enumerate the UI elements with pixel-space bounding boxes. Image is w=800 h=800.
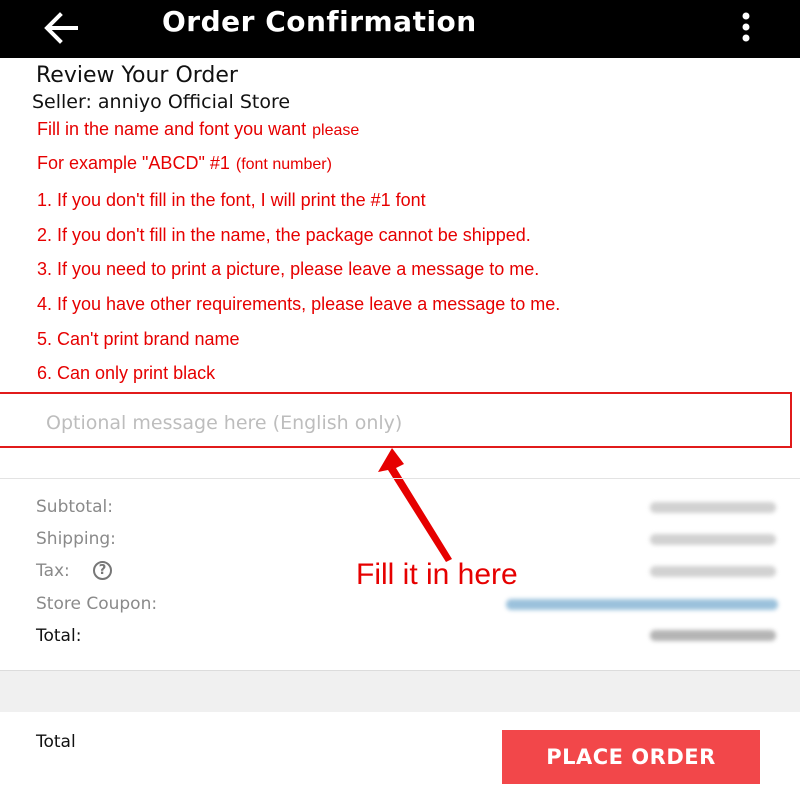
seller-note-line: 4. If you have other requirements, pleas… — [37, 294, 561, 314]
section-spacer — [0, 670, 800, 712]
store-coupon-value-redacted[interactable] — [506, 599, 778, 610]
order-message-input[interactable] — [44, 408, 748, 438]
total-label: Total: — [36, 626, 82, 646]
seller-note-line: For example "ABCD" #1 (font number) — [37, 153, 332, 173]
tax-value-redacted — [650, 566, 776, 577]
more-vertical-icon — [742, 12, 750, 42]
seller-note-line: 1. If you don't fill in the font, I will… — [37, 190, 426, 210]
seller-note-line: Fill in the name and font you want please — [37, 119, 360, 139]
message-box-highlight — [0, 392, 792, 448]
subtotal-value-redacted — [650, 502, 776, 513]
seller-note-line: 5. Can't print brand name — [37, 329, 240, 349]
divider — [0, 478, 800, 479]
page-title: Order Confirmation — [162, 5, 477, 38]
seller-note-line: 2. If you don't fill in the name, the pa… — [37, 225, 531, 245]
annotation-text: Fill it in here — [356, 558, 518, 591]
seller-note-line: 3. If you need to print a picture, pleas… — [37, 259, 540, 279]
annotation-arrow-icon — [378, 448, 452, 562]
tax-label: Tax: — [36, 561, 70, 581]
total-value-redacted — [650, 630, 776, 641]
seller-name: Seller: anniyo Official Store — [32, 91, 291, 113]
help-circle-icon[interactable]: ? — [93, 561, 112, 580]
overflow-menu-button[interactable] — [736, 8, 756, 48]
app-bar: Order Confirmation — [0, 0, 800, 58]
review-heading: Review Your Order — [36, 63, 238, 88]
seller-note-line: 6. Can only print black — [37, 363, 216, 383]
back-button[interactable] — [40, 6, 84, 50]
subtotal-label: Subtotal: — [36, 497, 113, 517]
shipping-value-redacted — [650, 534, 776, 545]
review-section: Review Your Order Seller: anniyo Officia… — [0, 58, 800, 388]
arrow-left-icon — [44, 12, 78, 44]
place-order-button[interactable]: PLACE ORDER — [502, 730, 760, 784]
shipping-label: Shipping: — [36, 529, 116, 549]
bottom-total-label: Total — [36, 732, 76, 752]
bottom-bar: Total PLACE ORDER — [0, 712, 800, 800]
store-coupon-label: Store Coupon: — [36, 594, 158, 614]
